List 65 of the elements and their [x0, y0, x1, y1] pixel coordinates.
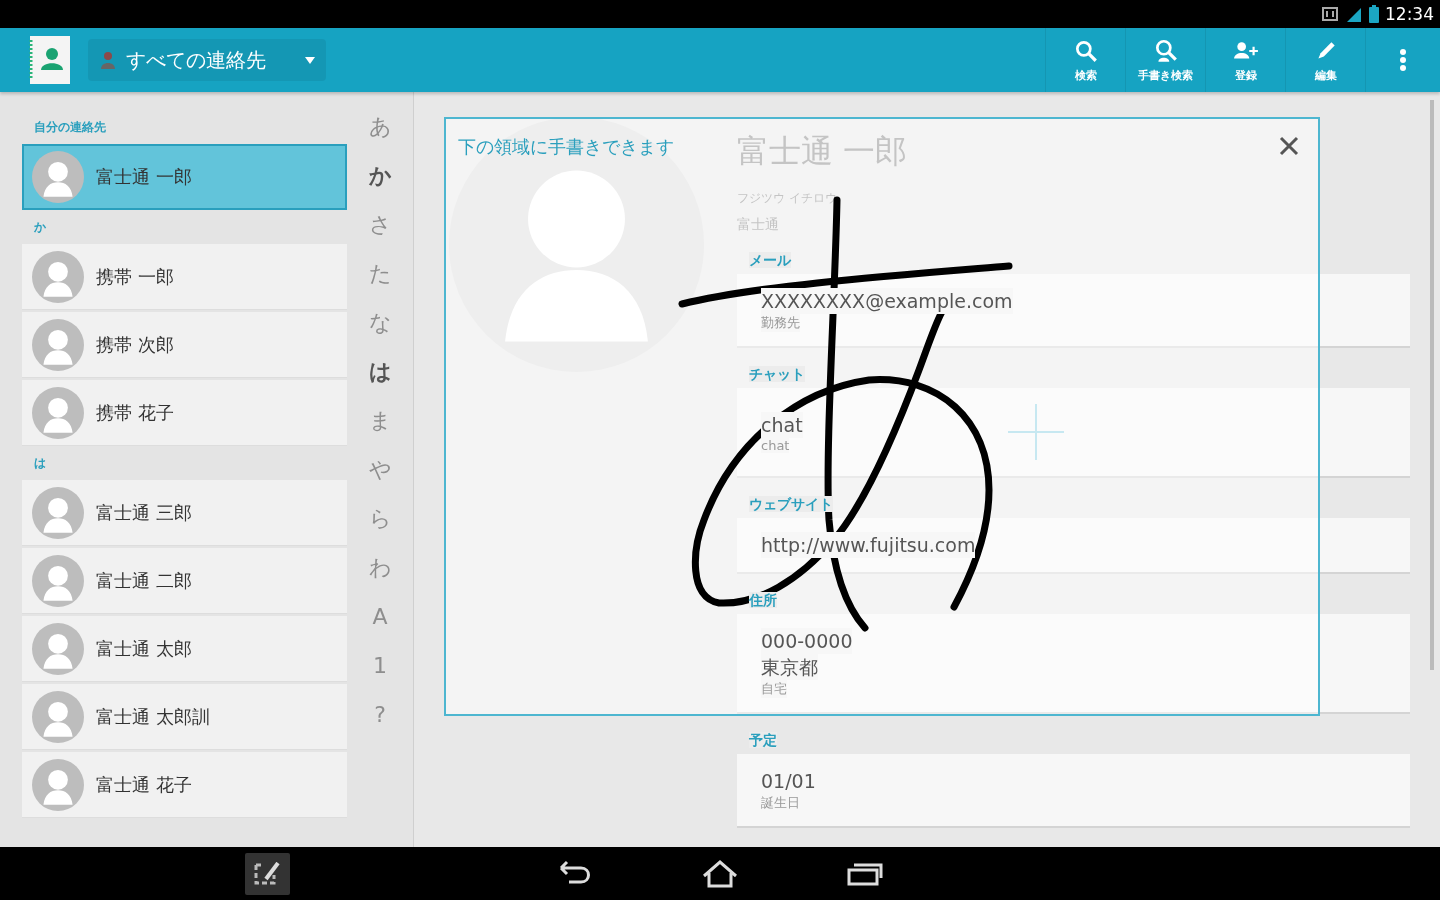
contact-item[interactable]: 携帯 花子: [22, 380, 347, 446]
battery-icon: [1369, 5, 1379, 23]
contact-name: 富士通 太郎訓: [96, 704, 210, 729]
index-letter[interactable]: は: [368, 347, 392, 396]
section-title: 予定: [749, 732, 777, 748]
avatar-icon: [32, 690, 84, 743]
avatar-icon: [32, 250, 84, 303]
contact-item[interactable]: 富士通 三郎: [22, 480, 347, 546]
detail-type: 自宅: [761, 680, 787, 698]
contacts-app-icon[interactable]: [28, 34, 72, 86]
section-header: か: [33, 218, 47, 236]
contact-item[interactable]: 携帯 次郎: [22, 312, 347, 378]
index-letter[interactable]: や: [368, 445, 392, 494]
section-title: メール: [749, 252, 791, 268]
handwriting-hint: 下の領域に手書きできます: [458, 135, 674, 159]
section-header: 自分の連絡先: [33, 118, 107, 136]
avatar-icon: [32, 486, 84, 539]
avatar-icon: [32, 386, 84, 439]
index-letter[interactable]: か: [368, 151, 392, 200]
contact-name: 富士通 二郎: [96, 568, 192, 593]
avatar-icon: [32, 622, 84, 675]
contact-name: 富士通 一郎: [96, 165, 192, 189]
index-letter[interactable]: さ: [368, 200, 392, 249]
contact-name: 携帯 次郎: [96, 332, 174, 357]
contact-item[interactable]: 富士通 太郎訓: [22, 684, 347, 750]
index-letter[interactable]: あ: [368, 102, 392, 151]
contact-name: 富士通 花子: [96, 772, 192, 797]
section-title: 住所: [749, 592, 777, 608]
contact-filter-dropdown[interactable]: すべての連絡先: [88, 39, 326, 81]
section-title: チャット: [749, 366, 805, 382]
section-title: ウェブサイト: [749, 496, 833, 512]
contact-item[interactable]: 富士通 一郎: [22, 144, 347, 210]
index-letter[interactable]: ら: [368, 494, 392, 543]
detail-value: XXXXXXXX@example.com: [761, 288, 1013, 314]
clock-time: 12:34: [1385, 4, 1434, 24]
index-letter[interactable]: A: [372, 592, 388, 641]
detail-value: http://www.fujitsu.com: [761, 532, 976, 558]
edit-icon: [254, 861, 280, 886]
index-letter[interactable]: 1: [373, 641, 387, 690]
index-letter[interactable]: わ: [368, 543, 392, 592]
index-letter[interactable]: ?: [374, 690, 386, 739]
index-letter[interactable]: た: [368, 249, 392, 298]
contact-item[interactable]: 富士通 花子: [22, 752, 347, 818]
contact-item[interactable]: 富士通 太郎: [22, 616, 347, 682]
avatar-icon: [449, 117, 704, 372]
person-icon: [98, 50, 118, 70]
detail-value: chat: [761, 411, 803, 438]
detail-type: 誕生日: [761, 794, 800, 812]
contact-item[interactable]: 携帯 一郎: [22, 244, 347, 310]
avatar-icon: [32, 151, 84, 203]
detail-type: 勤務先: [761, 314, 800, 332]
contact-name: 富士通 太郎: [96, 636, 192, 661]
contact-name: 携帯 一郎: [96, 264, 174, 289]
overflow-menu-icon: [1400, 49, 1406, 71]
handwriting-toggle-button[interactable]: [245, 852, 290, 895]
avatar-icon: [32, 318, 84, 371]
caret-icon: [304, 55, 316, 65]
section-header: は: [33, 454, 47, 472]
index-letter[interactable]: な: [368, 298, 392, 347]
avatar-icon: [32, 758, 84, 811]
contact-item[interactable]: 富士通 二郎: [22, 548, 347, 614]
index-letter[interactable]: ま: [368, 396, 392, 445]
contact-name: 富士通 三郎: [96, 500, 192, 525]
avatar-icon: [32, 554, 84, 607]
contact-name: 携帯 花子: [96, 400, 174, 425]
